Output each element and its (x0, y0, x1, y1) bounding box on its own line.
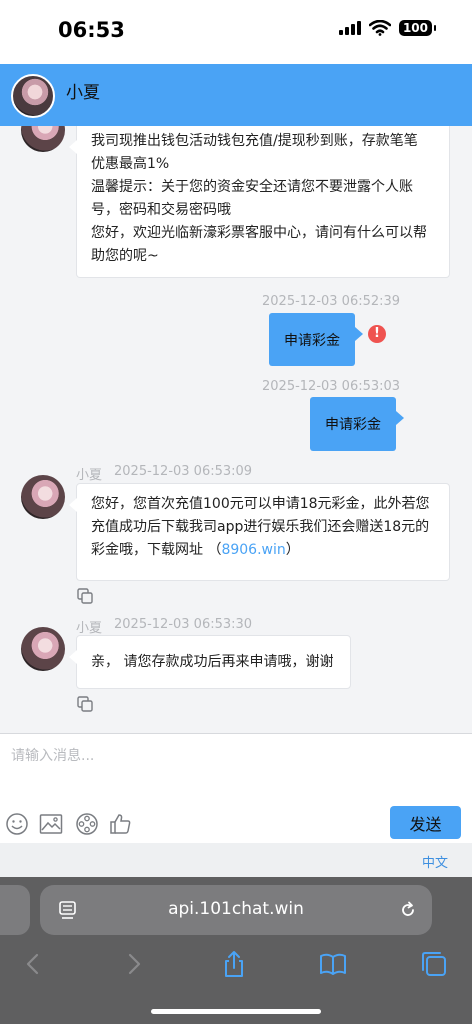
url-text: api.101chat.win (168, 899, 304, 919)
message-bubble: 亲， 请您存款成功后再来申请哦，谢谢 (69, 635, 351, 689)
home-indicator (151, 1009, 321, 1014)
share-icon[interactable] (219, 949, 249, 979)
message-line: 充值成功后下载我司app进行娱乐我们还会赠送18元的 (91, 519, 430, 535)
send-failed-icon[interactable]: ! (368, 325, 386, 343)
forward-icon[interactable] (119, 949, 149, 979)
emoji-icon[interactable] (5, 812, 29, 836)
message-sender: 小夏 (76, 621, 103, 636)
agent-avatar[interactable] (11, 74, 55, 118)
address-bar[interactable]: api.101chat.win (40, 885, 432, 935)
message-bubble: 我司现推出钱包活动钱包充值/提现秒到账，存款笔笔 优惠最高1% 温馨提示：关于您… (69, 126, 450, 278)
message-sender: 小夏 (76, 468, 103, 483)
download-link[interactable]: 8906.win (221, 542, 285, 558)
composer: 发送 (0, 733, 472, 843)
message-line: 号，密码和交易密码哦 (91, 202, 231, 218)
message-timestamp: 2025-12-03 06:53:30 (114, 617, 253, 632)
agent-name: 小夏 (66, 83, 100, 103)
message-line: 温馨提示：关于您的资金安全还请您不要泄露个人账 (91, 179, 413, 195)
outgoing-message-bubble: 申请彩金 (269, 313, 363, 366)
status-bar: 06:53 100 (0, 0, 472, 64)
message-timestamp: 2025-12-03 06:53:03 (262, 379, 401, 394)
tabs-icon[interactable] (419, 949, 449, 979)
message-line: 您好，您首次充值100元可以申请18元彩金，此外若您 (91, 496, 430, 512)
message-text: 彩金哦，下载网址 （ (91, 542, 222, 558)
chat-header: 小夏 (0, 64, 472, 126)
message-input[interactable] (0, 738, 472, 774)
language-switch[interactable]: 中文 (422, 852, 448, 871)
send-button[interactable]: 发送 (390, 806, 461, 839)
message-line: 助您的呢~ (91, 248, 159, 264)
language-bar: 中文 (0, 843, 472, 877)
status-time: 06:53 (58, 18, 125, 42)
message-line: 您好，欢迎光临新濠彩票客服中心，请问有什么可以帮 (91, 225, 427, 241)
message-line: 我司现推出钱包活动钱包充值/提现秒到账，存款笔笔 (91, 133, 418, 149)
browser-toolbar: api.101chat.win (0, 877, 472, 1024)
message-timestamp: 2025-12-03 06:53:09 (114, 464, 253, 479)
message-timestamp: 2025-12-03 06:52:39 (262, 294, 401, 309)
copy-icon[interactable] (77, 588, 93, 604)
agent-avatar (21, 126, 65, 152)
agent-avatar (21, 627, 65, 671)
message-line: 彩金哦，下载网址 （8906.win） (91, 539, 435, 562)
video-reel-icon[interactable] (75, 812, 99, 836)
status-icons: 100 (338, 20, 437, 36)
message-text: ） (285, 542, 300, 558)
image-icon[interactable] (39, 812, 63, 836)
bookmarks-icon[interactable] (318, 949, 348, 979)
copy-icon[interactable] (77, 696, 93, 712)
signal-icon (338, 21, 361, 35)
agent-avatar (21, 475, 65, 519)
back-icon[interactable] (18, 949, 48, 979)
message-line: 优惠最高1% (91, 156, 170, 172)
reload-icon[interactable] (398, 900, 418, 920)
thumbs-up-icon[interactable] (109, 812, 133, 836)
message-list[interactable]: 我司现推出钱包活动钱包充值/提现秒到账，存款笔笔 优惠最高1% 温馨提示：关于您… (0, 126, 472, 733)
message-bubble: 您好，您首次充值100元可以申请18元彩金，此外若您 充值成功后下载我司app进… (69, 483, 450, 581)
outgoing-message-bubble: 申请彩金 (310, 397, 404, 451)
message-line: 亲， 请您存款成功后再来申请哦，谢谢 (91, 654, 334, 670)
battery-icon: 100 (398, 20, 437, 36)
previous-tab[interactable] (0, 885, 30, 935)
wifi-icon (368, 20, 391, 36)
